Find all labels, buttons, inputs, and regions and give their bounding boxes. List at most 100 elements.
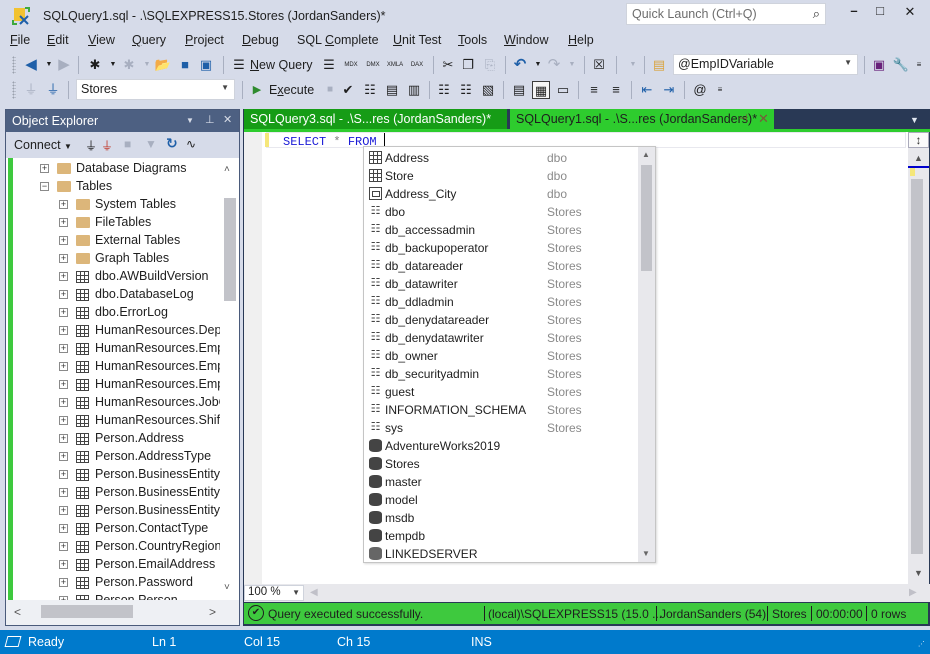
- tree-node[interactable]: + Database Diagrams: [6, 160, 220, 178]
- tree-node[interactable]: + Person.CountryRegion: [6, 538, 220, 556]
- quick-launch-box[interactable]: ⌕: [626, 3, 826, 25]
- quick-launch-input[interactable]: [627, 4, 797, 24]
- expand-icon[interactable]: +: [59, 326, 68, 335]
- execute-button[interactable]: Execute: [269, 83, 314, 97]
- completion-item[interactable]: LINKEDSERVER: [364, 545, 639, 563]
- mdx-query-icon[interactable]: MDX: [342, 56, 360, 74]
- tab-list-dropdown-icon[interactable]: ▼: [910, 115, 919, 125]
- expand-icon[interactable]: +: [59, 236, 68, 245]
- close-panel-icon[interactable]: ✕: [223, 113, 232, 126]
- tree-node[interactable]: + HumanResources.Empl: [6, 340, 220, 358]
- navigate-back-icon[interactable]: ◀: [22, 56, 40, 74]
- refresh-icon[interactable]: ↻: [166, 135, 178, 152]
- completion-item[interactable]: ☷ db_denydatawriter Stores: [364, 329, 639, 347]
- auto-hide-pin-icon[interactable]: ⊥: [205, 113, 215, 126]
- split-window-icon[interactable]: ↕: [908, 132, 929, 148]
- expand-icon[interactable]: +: [59, 434, 68, 443]
- close-button[interactable]: ✕: [896, 4, 924, 24]
- zoom-combo[interactable]: 100 % ▼: [244, 585, 304, 601]
- completion-item[interactable]: ☷ db_accessadmin Stores: [364, 221, 639, 239]
- tree-node[interactable]: + HumanResources.Shift: [6, 412, 220, 430]
- completion-item[interactable]: ☷ db_denydatareader Stores: [364, 311, 639, 329]
- increase-indent-icon[interactable]: ⇥: [660, 81, 678, 99]
- menu-sql-complete[interactable]: SQL Complete: [297, 33, 379, 47]
- toolbar-grip[interactable]: [12, 81, 16, 99]
- completion-item[interactable]: ☷ sys Stores: [364, 419, 639, 437]
- navigate-forward-icon[interactable]: ▶: [55, 56, 73, 74]
- scroll-up-icon[interactable]: ˄: [224, 164, 230, 175]
- editor-vertical-scrollbar[interactable]: ↕ ▲ ▼: [908, 132, 929, 584]
- completion-item[interactable]: tempdb: [364, 527, 639, 545]
- expand-icon[interactable]: +: [59, 542, 68, 551]
- tree-node[interactable]: + HumanResources.Depa: [6, 322, 220, 340]
- scroll-thumb[interactable]: [224, 198, 236, 301]
- expand-icon[interactable]: +: [59, 272, 68, 281]
- available-databases-combo[interactable]: Stores ▼: [76, 79, 235, 100]
- find-combo[interactable]: @EmpIDVariable ▼: [673, 54, 858, 75]
- execute-play-icon[interactable]: ▶: [248, 81, 266, 99]
- completion-item[interactable]: Stores: [364, 455, 639, 473]
- tree-node[interactable]: + Person.AddressType: [6, 448, 220, 466]
- filter-icon[interactable]: ▼: [145, 137, 157, 151]
- tree-node[interactable]: + HumanResources.JobCa: [6, 394, 220, 412]
- results-to-grid-icon[interactable]: ▦: [532, 81, 550, 99]
- expand-icon[interactable]: +: [59, 488, 68, 497]
- decrease-indent-icon[interactable]: ⇤: [638, 81, 656, 99]
- connect-object-icon[interactable]: ⏚: [85, 137, 97, 154]
- cancel-query-icon[interactable]: ■: [321, 81, 339, 99]
- redo-dropdown-icon[interactable]: ▼: [563, 56, 581, 74]
- chevron-down-icon[interactable]: ▼: [292, 588, 300, 597]
- menu-help[interactable]: Help: [568, 33, 594, 47]
- expand-icon[interactable]: +: [59, 560, 68, 569]
- toolbar-grip[interactable]: [12, 56, 16, 74]
- completion-item[interactable]: msdb: [364, 509, 639, 527]
- menu-edit[interactable]: Edit: [47, 33, 69, 47]
- redo-icon[interactable]: ↷: [545, 56, 563, 74]
- parse-checkmark-icon[interactable]: ✔: [339, 81, 357, 99]
- completion-item[interactable]: model: [364, 491, 639, 509]
- scroll-up-icon[interactable]: ▲: [642, 150, 650, 159]
- tree-vertical-scrollbar[interactable]: ˄ ˅: [220, 158, 238, 600]
- dax-query-icon[interactable]: DAX: [408, 56, 426, 74]
- completion-item[interactable]: Store dbo: [364, 167, 639, 185]
- find-in-files-icon[interactable]: ▤: [650, 56, 668, 74]
- tree-node[interactable]: + HumanResources.Empl: [6, 376, 220, 394]
- expand-icon[interactable]: +: [59, 416, 68, 425]
- expand-icon[interactable]: +: [59, 398, 68, 407]
- expand-icon[interactable]: +: [59, 290, 68, 299]
- tree-node[interactable]: + HumanResources.Empl: [6, 358, 220, 376]
- specify-template-parameters-icon[interactable]: @: [691, 81, 709, 99]
- expand-icon[interactable]: +: [59, 200, 68, 209]
- menu-debug[interactable]: Debug: [242, 33, 279, 47]
- scroll-thumb[interactable]: [911, 179, 923, 554]
- menu-tools[interactable]: Tools: [458, 33, 487, 47]
- completion-item[interactable]: Address dbo: [364, 149, 639, 167]
- menu-project[interactable]: Project: [185, 33, 224, 47]
- results-to-file-icon[interactable]: ▭: [554, 81, 572, 99]
- tree-node[interactable]: + Person.EmailAddress: [6, 556, 220, 574]
- completion-item[interactable]: ☷ dbo Stores: [364, 203, 639, 221]
- toolbar-overflow-icon[interactable]: ≡: [910, 56, 928, 74]
- open-file-icon[interactable]: 📂: [154, 56, 172, 74]
- expand-icon[interactable]: +: [40, 164, 49, 173]
- completion-item[interactable]: ☷ db_securityadmin Stores: [364, 365, 639, 383]
- menu-unit-test[interactable]: Unit Test: [393, 33, 441, 47]
- client-statistics-icon[interactable]: ▧: [479, 81, 497, 99]
- scroll-right-icon[interactable]: ▶: [909, 587, 917, 598]
- tree-node[interactable]: + Person.BusinessEntityA: [6, 484, 220, 502]
- expand-icon[interactable]: +: [59, 218, 68, 227]
- menu-file[interactable]: File: [10, 33, 30, 47]
- scroll-down-icon[interactable]: ˅: [224, 582, 230, 593]
- visual-studio-icon[interactable]: ▣: [870, 56, 888, 74]
- maximize-button[interactable]: □: [866, 3, 894, 23]
- completion-item[interactable]: ☷ guest Stores: [364, 383, 639, 401]
- connect-button[interactable]: Connect ▼: [14, 138, 72, 152]
- chevron-down-icon[interactable]: ▼: [221, 83, 229, 92]
- expand-icon[interactable]: +: [59, 524, 68, 533]
- menu-query[interactable]: Query: [132, 33, 166, 47]
- completion-item[interactable]: ☷ INFORMATION_SCHEMA Stores: [364, 401, 639, 419]
- menu-view[interactable]: View: [88, 33, 115, 47]
- tab-sqlquery1[interactable]: SQLQuery1.sql - .\S...res (JordanSanders…: [510, 109, 774, 129]
- window-position-dropdown-icon[interactable]: ▼: [186, 116, 194, 125]
- activity-monitor-icon[interactable]: ∿: [186, 137, 196, 151]
